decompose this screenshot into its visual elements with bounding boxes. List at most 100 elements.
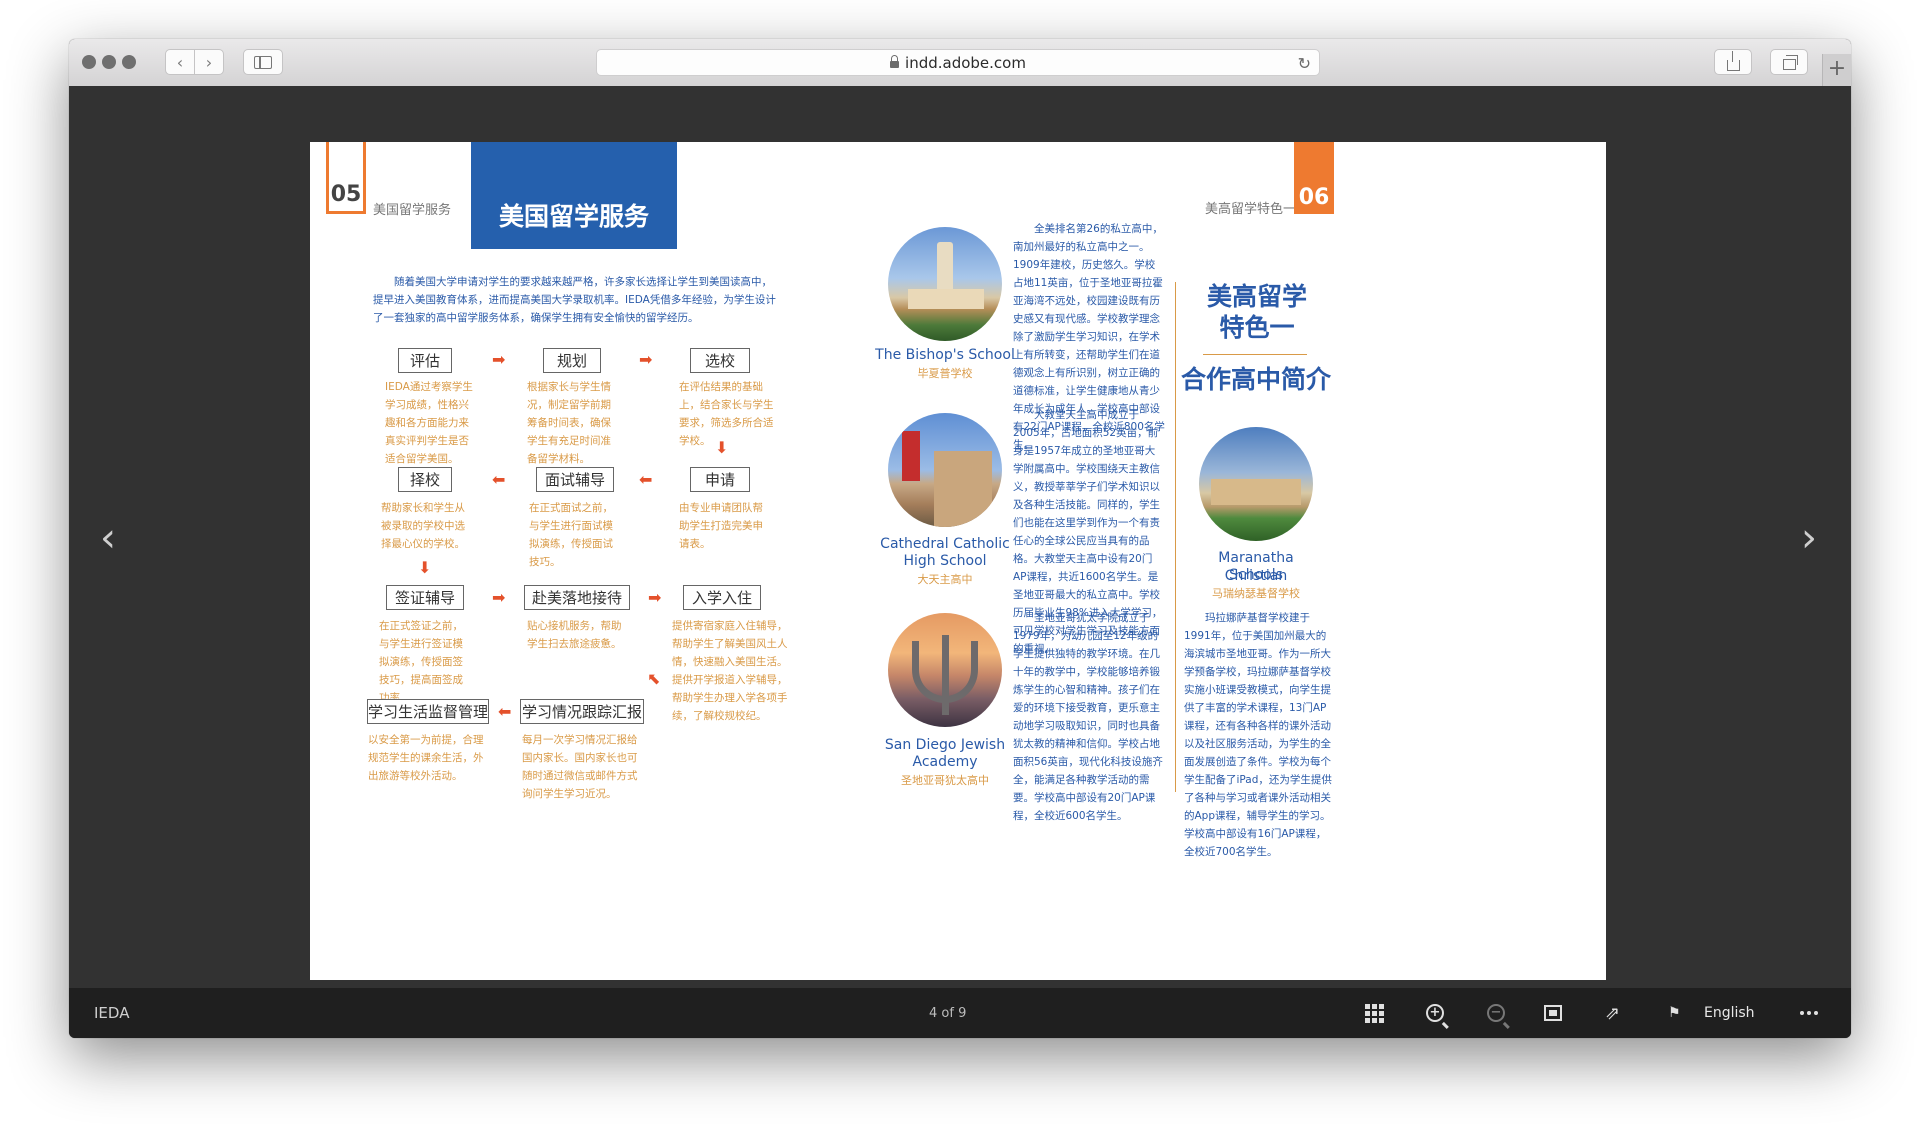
- arrow-left-icon: ⬅: [492, 470, 506, 489]
- forward-button[interactable]: ›: [194, 49, 224, 75]
- step-enroll: 入学入住: [683, 585, 761, 610]
- step-evaluate-desc: IEDA通过考察学生学习成绩，性格兴趣和各方面能力来真实评判学生是否适合留学美国…: [385, 381, 473, 465]
- zoom-in-button[interactable]: +: [1426, 988, 1449, 1038]
- san-diego-jewish-name-line2: Academy: [912, 754, 978, 770]
- cathedral-catholic-photo: [888, 413, 1002, 527]
- san-diego-jewish-photo: [888, 613, 1002, 727]
- fit-to-screen-button[interactable]: [1544, 988, 1562, 1038]
- page-number-left: 05: [330, 182, 362, 207]
- section-label-right: 美高留学特色一: [1205, 202, 1297, 217]
- step-select: 选校: [690, 348, 750, 373]
- feature-subtitle: 合作高中简介: [1180, 365, 1331, 394]
- tabs-icon: [1782, 54, 1798, 70]
- next-page-button[interactable]: ›: [1801, 518, 1817, 558]
- share-icon: [1726, 50, 1740, 71]
- step-plan: 规划: [543, 348, 601, 373]
- more-dots-icon: [1800, 1011, 1818, 1015]
- publication-brand: IEDA: [94, 1004, 130, 1022]
- intro-paragraph: 随着美国大学申请对学生的要求越来越严格，许多家长选择让学生到美国读高中，提早进入…: [373, 276, 776, 324]
- arrow-down-icon: ⬇: [418, 558, 432, 577]
- step-plan-desc: 根据家长与学生情况，制定留学前期筹备时间表，确保学生有充足时间准备留学材料。: [527, 381, 611, 465]
- arrow-right-icon: ➡: [492, 350, 506, 369]
- arrow-right-icon: ➡: [492, 588, 506, 607]
- step-choose-school-desc: 帮助家长和学生从被录取的学校中选择最心仪的学校。: [381, 502, 465, 550]
- report-button[interactable]: ⚑: [1668, 988, 1681, 1038]
- feature-title-rule: [1203, 354, 1307, 355]
- arrow-left-icon: ⬅: [639, 470, 653, 489]
- bishops-school-photo: [888, 227, 1002, 341]
- cathedral-catholic-name-line2: High School: [903, 553, 987, 569]
- maranatha-name-line2: Schools: [1229, 567, 1283, 583]
- title-banner: 美国留学服务: [471, 142, 677, 249]
- minimize-window-button[interactable]: [102, 55, 116, 69]
- bishops-school-cn-name: 毕夏普学校: [917, 367, 973, 380]
- cathedral-catholic-cn-name: 大天主高中: [917, 573, 973, 586]
- bishops-school-name: The Bishop's School: [875, 347, 1015, 363]
- arrow-right-icon: ➡: [648, 588, 662, 607]
- language-selector[interactable]: English: [1704, 988, 1755, 1038]
- step-progress-report-desc: 每月一次学习情况汇报给国内家长。国内家长也可随时通过微信或邮件方式询问学生学习近…: [522, 734, 638, 800]
- step-interview: 面试辅导: [536, 467, 614, 492]
- arrow-down-left-icon: ➡: [641, 667, 665, 691]
- sidebar-icon: [254, 55, 272, 69]
- step-visa: 签证辅导: [386, 585, 464, 610]
- browser-window: ‹ › indd.adobe.com ↻ + ‹ › 05 美国留学服务 美国留…: [69, 39, 1851, 1038]
- viewer-bottom-bar: IEDA 4 of 9 + − ⇗ ⚑ English: [69, 988, 1851, 1038]
- arrow-left-icon: ⬅: [498, 702, 512, 721]
- grid-icon: [1365, 1003, 1384, 1023]
- share-document-button[interactable]: ⇗: [1605, 988, 1620, 1038]
- share-arrow-icon: ⇗: [1605, 1002, 1621, 1024]
- chevron-right-icon: ›: [205, 52, 213, 72]
- maranatha-cn-name: 马瑞纳瑟基督学校: [1212, 587, 1300, 600]
- address-bar[interactable]: indd.adobe.com ↻: [596, 49, 1320, 76]
- maranatha-text: 玛拉娜萨基督学校建于1991年，位于美国加州最大的海滨城市圣地亚哥。作为一所大学…: [1184, 612, 1332, 858]
- sidebar-toggle-button[interactable]: [243, 49, 283, 75]
- san-diego-jewish-cn-name: 圣地亚哥犹太高中: [901, 774, 989, 787]
- cathedral-catholic-name-line1: Cathedral Catholic: [880, 536, 1010, 552]
- share-button[interactable]: [1714, 49, 1752, 75]
- step-enroll-desc: 提供寄宿家庭入住辅导，帮助学生了解美国风土人情，快速融入美国生活。提供开学报道入…: [672, 620, 788, 722]
- lock-icon: [890, 55, 900, 68]
- fullscreen-icon: [1544, 1005, 1562, 1021]
- reload-icon[interactable]: ↻: [1298, 54, 1311, 73]
- step-apply: 申请: [690, 467, 750, 492]
- zoom-window-button[interactable]: [122, 55, 136, 69]
- banner-title: 美国留学服务: [498, 202, 649, 231]
- step-arrival-desc: 贴心接机服务，帮助学生扫去旅途疲惫。: [527, 620, 622, 650]
- column-divider: [1175, 282, 1176, 792]
- step-supervision: 学习生活监督管理: [367, 699, 489, 724]
- step-apply-desc: 由专业申请团队帮助学生打造完美申请表。: [679, 502, 763, 550]
- arrow-right-icon: ➡: [639, 350, 653, 369]
- document-viewer: ‹ › 05 美国留学服务 美国留学服务 随着美国大学申请对学生的要求越来越严格…: [69, 86, 1851, 988]
- browser-toolbar: ‹ › indd.adobe.com ↻ +: [69, 39, 1851, 87]
- page-indicator: 4 of 9: [929, 1005, 967, 1021]
- step-supervision-desc: 以安全第一为前提，合理规范学生的课余生活，外出旅游等校外活动。: [368, 734, 484, 782]
- url-text: indd.adobe.com: [905, 53, 1026, 72]
- arrow-down-icon: ⬇: [715, 438, 729, 457]
- chevron-left-icon: ‹: [176, 52, 184, 72]
- san-diego-jewish-name-line1: San Diego Jewish: [884, 737, 1006, 753]
- close-window-button[interactable]: [82, 55, 96, 69]
- step-interview-desc: 在正式面试之前，与学生进行面试模拟演练，传授面试技巧。: [529, 502, 613, 568]
- grid-view-button[interactable]: [1365, 988, 1384, 1038]
- feature-title-line1: 美高留学: [1206, 282, 1307, 311]
- step-choose-school: 择校: [398, 467, 452, 492]
- page-number-box-left: 05: [326, 142, 366, 214]
- step-visa-desc: 在正式签证之前，与学生进行签证模拟演练，传授面签技巧，提高面签成功率。: [379, 620, 463, 704]
- page-number-box-right: 06: [1294, 142, 1334, 214]
- back-button[interactable]: ‹: [165, 49, 195, 75]
- maranatha-photo: [1199, 427, 1313, 541]
- page-number-right: 06: [1298, 185, 1330, 210]
- step-arrival: 赴美落地接待: [524, 585, 630, 610]
- zoom-out-icon: −: [1487, 1004, 1510, 1029]
- new-tab-button[interactable]: +: [1822, 54, 1851, 86]
- flag-icon: ⚑: [1668, 1005, 1681, 1021]
- step-progress-report: 学习情况跟踪汇报: [520, 699, 644, 724]
- magazine-spread: 05 美国留学服务 美国留学服务 随着美国大学申请对学生的要求越来越严格，许多家…: [310, 142, 1606, 980]
- tabs-overview-button[interactable]: [1770, 49, 1808, 75]
- more-options-button[interactable]: [1800, 988, 1818, 1038]
- zoom-out-button[interactable]: −: [1487, 988, 1510, 1038]
- feature-title-line2: 特色一: [1219, 313, 1295, 342]
- step-evaluate: 评估: [398, 348, 452, 373]
- previous-page-button[interactable]: ‹: [100, 518, 116, 558]
